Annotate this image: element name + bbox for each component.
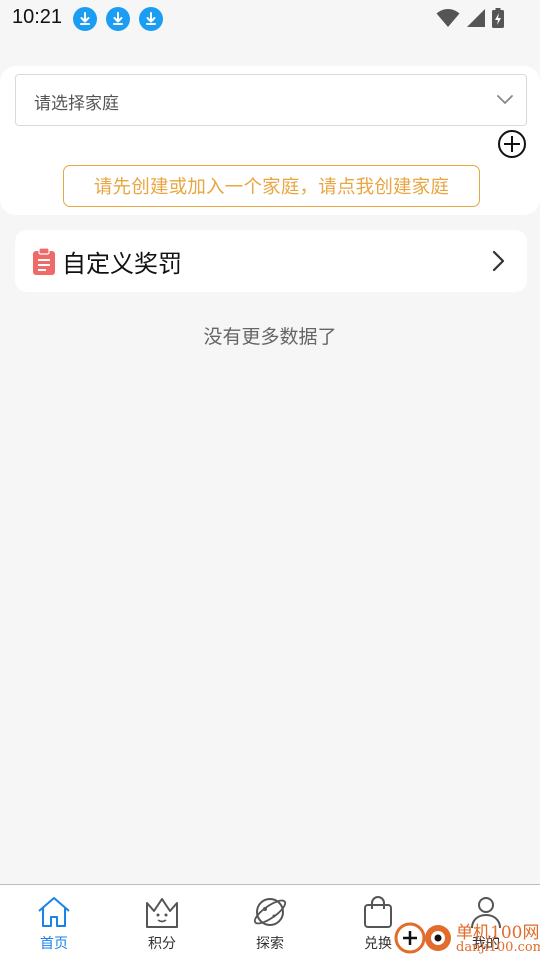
family-card: 请选择家庭 请先创建或加入一个家庭，请点我创建家庭 — [0, 66, 540, 215]
crown-icon — [143, 893, 181, 931]
watermark-url: danji100.com — [456, 940, 540, 955]
chevron-right-icon — [491, 249, 505, 277]
nav-item-home[interactable]: 首页 — [0, 885, 108, 960]
planet-icon — [251, 893, 289, 931]
family-select[interactable]: 请选择家庭 — [15, 74, 527, 126]
status-time: 10:21 — [12, 6, 63, 28]
signal-icon — [466, 8, 486, 32]
list-end-text: 没有更多数据了 — [203, 326, 337, 348]
plus-circle-icon — [497, 130, 527, 163]
nav-item-points[interactable]: 积分 — [108, 885, 216, 960]
nav-label-exchange: 兑换 — [364, 936, 392, 952]
wifi-icon — [436, 8, 460, 32]
home-icon — [35, 893, 73, 931]
clipboard-icon — [33, 247, 55, 275]
nav-label-home: 首页 — [40, 936, 68, 952]
create-family-button[interactable]: 请先创建或加入一个家庭，请点我创建家庭 — [63, 165, 480, 207]
status-indicators — [436, 8, 504, 32]
nav-item-explore[interactable]: 探索 — [216, 885, 324, 960]
nav-label-points: 积分 — [148, 936, 176, 952]
download-icon — [139, 7, 163, 31]
custom-reward-title: 自定义奖罚 — [62, 250, 182, 278]
download-icon — [73, 7, 97, 31]
custom-reward-item[interactable]: 自定义奖罚 — [15, 230, 527, 292]
battery-charging-icon — [492, 8, 504, 32]
nav-label-explore: 探索 — [256, 936, 284, 952]
family-select-placeholder: 请选择家庭 — [34, 94, 119, 114]
status-bar: 10:21 — [0, 0, 540, 38]
add-family-button[interactable] — [497, 129, 527, 159]
download-icon — [106, 7, 130, 31]
chevron-down-icon — [496, 91, 514, 113]
